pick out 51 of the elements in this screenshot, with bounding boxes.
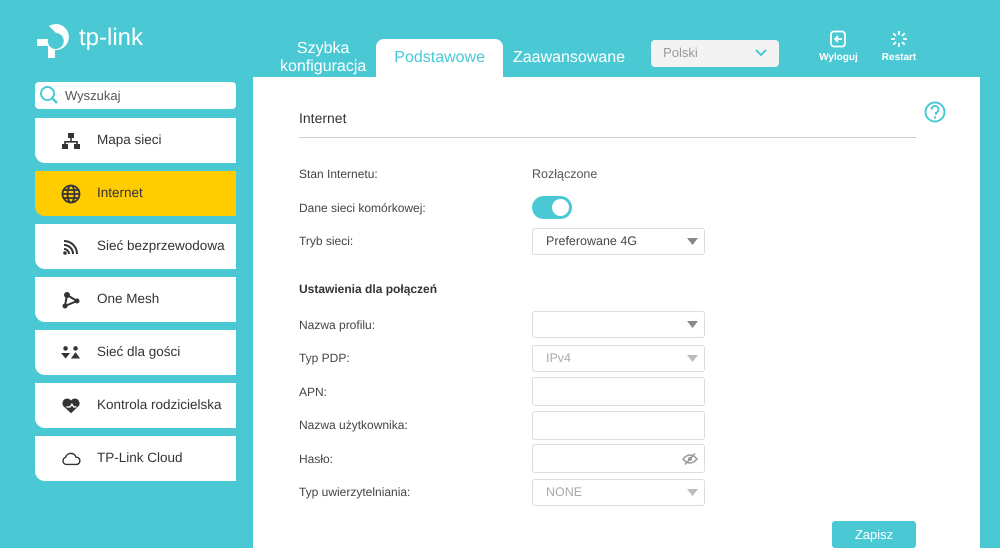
dropdown-icon: [687, 354, 698, 362]
sidebar-item[interactable]: Internet: [35, 171, 236, 216]
sidebar-item[interactable]: Sieć bezprzewodowa: [35, 224, 236, 269]
help-icon[interactable]: [924, 100, 946, 122]
header-button[interactable]: Restart: [882, 50, 916, 64]
header-button[interactable]: Wyloguj: [819, 50, 858, 64]
hidden-eye-icon[interactable]: [682, 452, 698, 465]
field-label: Dane sieci komórkowej:: [299, 200, 427, 217]
input-field[interactable]: [532, 410, 705, 440]
nav-tab[interactable]: Szybka konfiguracja: [270, 38, 376, 76]
sidebar-item[interactable]: Sieć dla gości: [35, 330, 236, 375]
sidebar-item[interactable]: TP-Link Cloud: [35, 436, 236, 481]
field-label: Tryb sieci:: [299, 233, 354, 250]
logo-text: tp-link: [79, 26, 144, 50]
field-label: Typ PDP:: [299, 350, 351, 368]
field-label: Stan Internetu:: [299, 166, 379, 184]
dropdown-icon: [687, 321, 698, 328]
wireless-icon: [62, 238, 80, 256]
status-value: Rozłączone: [532, 166, 598, 183]
field-label: APN:: [299, 384, 328, 401]
nav-tab[interactable]: Zaawansowane: [503, 38, 636, 76]
dropdown-icon: [687, 238, 698, 245]
globe-icon: [61, 184, 81, 204]
guests-icon: [61, 344, 81, 360]
dropdown-icon: [687, 488, 698, 496]
sidebar-item[interactable]: One Mesh: [35, 277, 236, 322]
section-title: Internet: [299, 110, 346, 126]
sidebar-item[interactable]: Mapa sieci: [35, 118, 236, 163]
subsection-title: Ustawienia dla połączeń: [299, 281, 438, 298]
input-field[interactable]: [532, 377, 705, 406]
field-label: Nazwa użytkownika:: [299, 417, 409, 434]
restart-icon: [890, 30, 908, 48]
field-label: Hasło:: [299, 450, 334, 468]
search-field[interactable]: Wyszukaj: [35, 82, 236, 109]
logout-icon: [829, 30, 848, 48]
search-icon: [39, 85, 59, 105]
cloud-icon: [61, 450, 81, 466]
heart-icon: [61, 396, 81, 414]
network-map-icon: [61, 132, 81, 150]
language-select[interactable]: Polski: [651, 40, 780, 66]
chevron-icon: [755, 49, 768, 57]
nav-tab[interactable]: Podstawowe: [376, 38, 503, 76]
select-field[interactable]: [532, 311, 705, 338]
sidebar-item[interactable]: Kontrola rodzicielska: [35, 383, 236, 428]
password-field[interactable]: [532, 444, 705, 474]
field-label: Typ uwierzytelniania:: [299, 484, 412, 502]
toggle-switch[interactable]: [532, 196, 572, 220]
select-field[interactable]: Preferowane 4G: [532, 228, 705, 255]
mesh-icon: [61, 290, 81, 308]
save-button[interactable]: Zapisz: [832, 521, 916, 548]
field-label: Nazwa profilu:: [299, 316, 376, 334]
